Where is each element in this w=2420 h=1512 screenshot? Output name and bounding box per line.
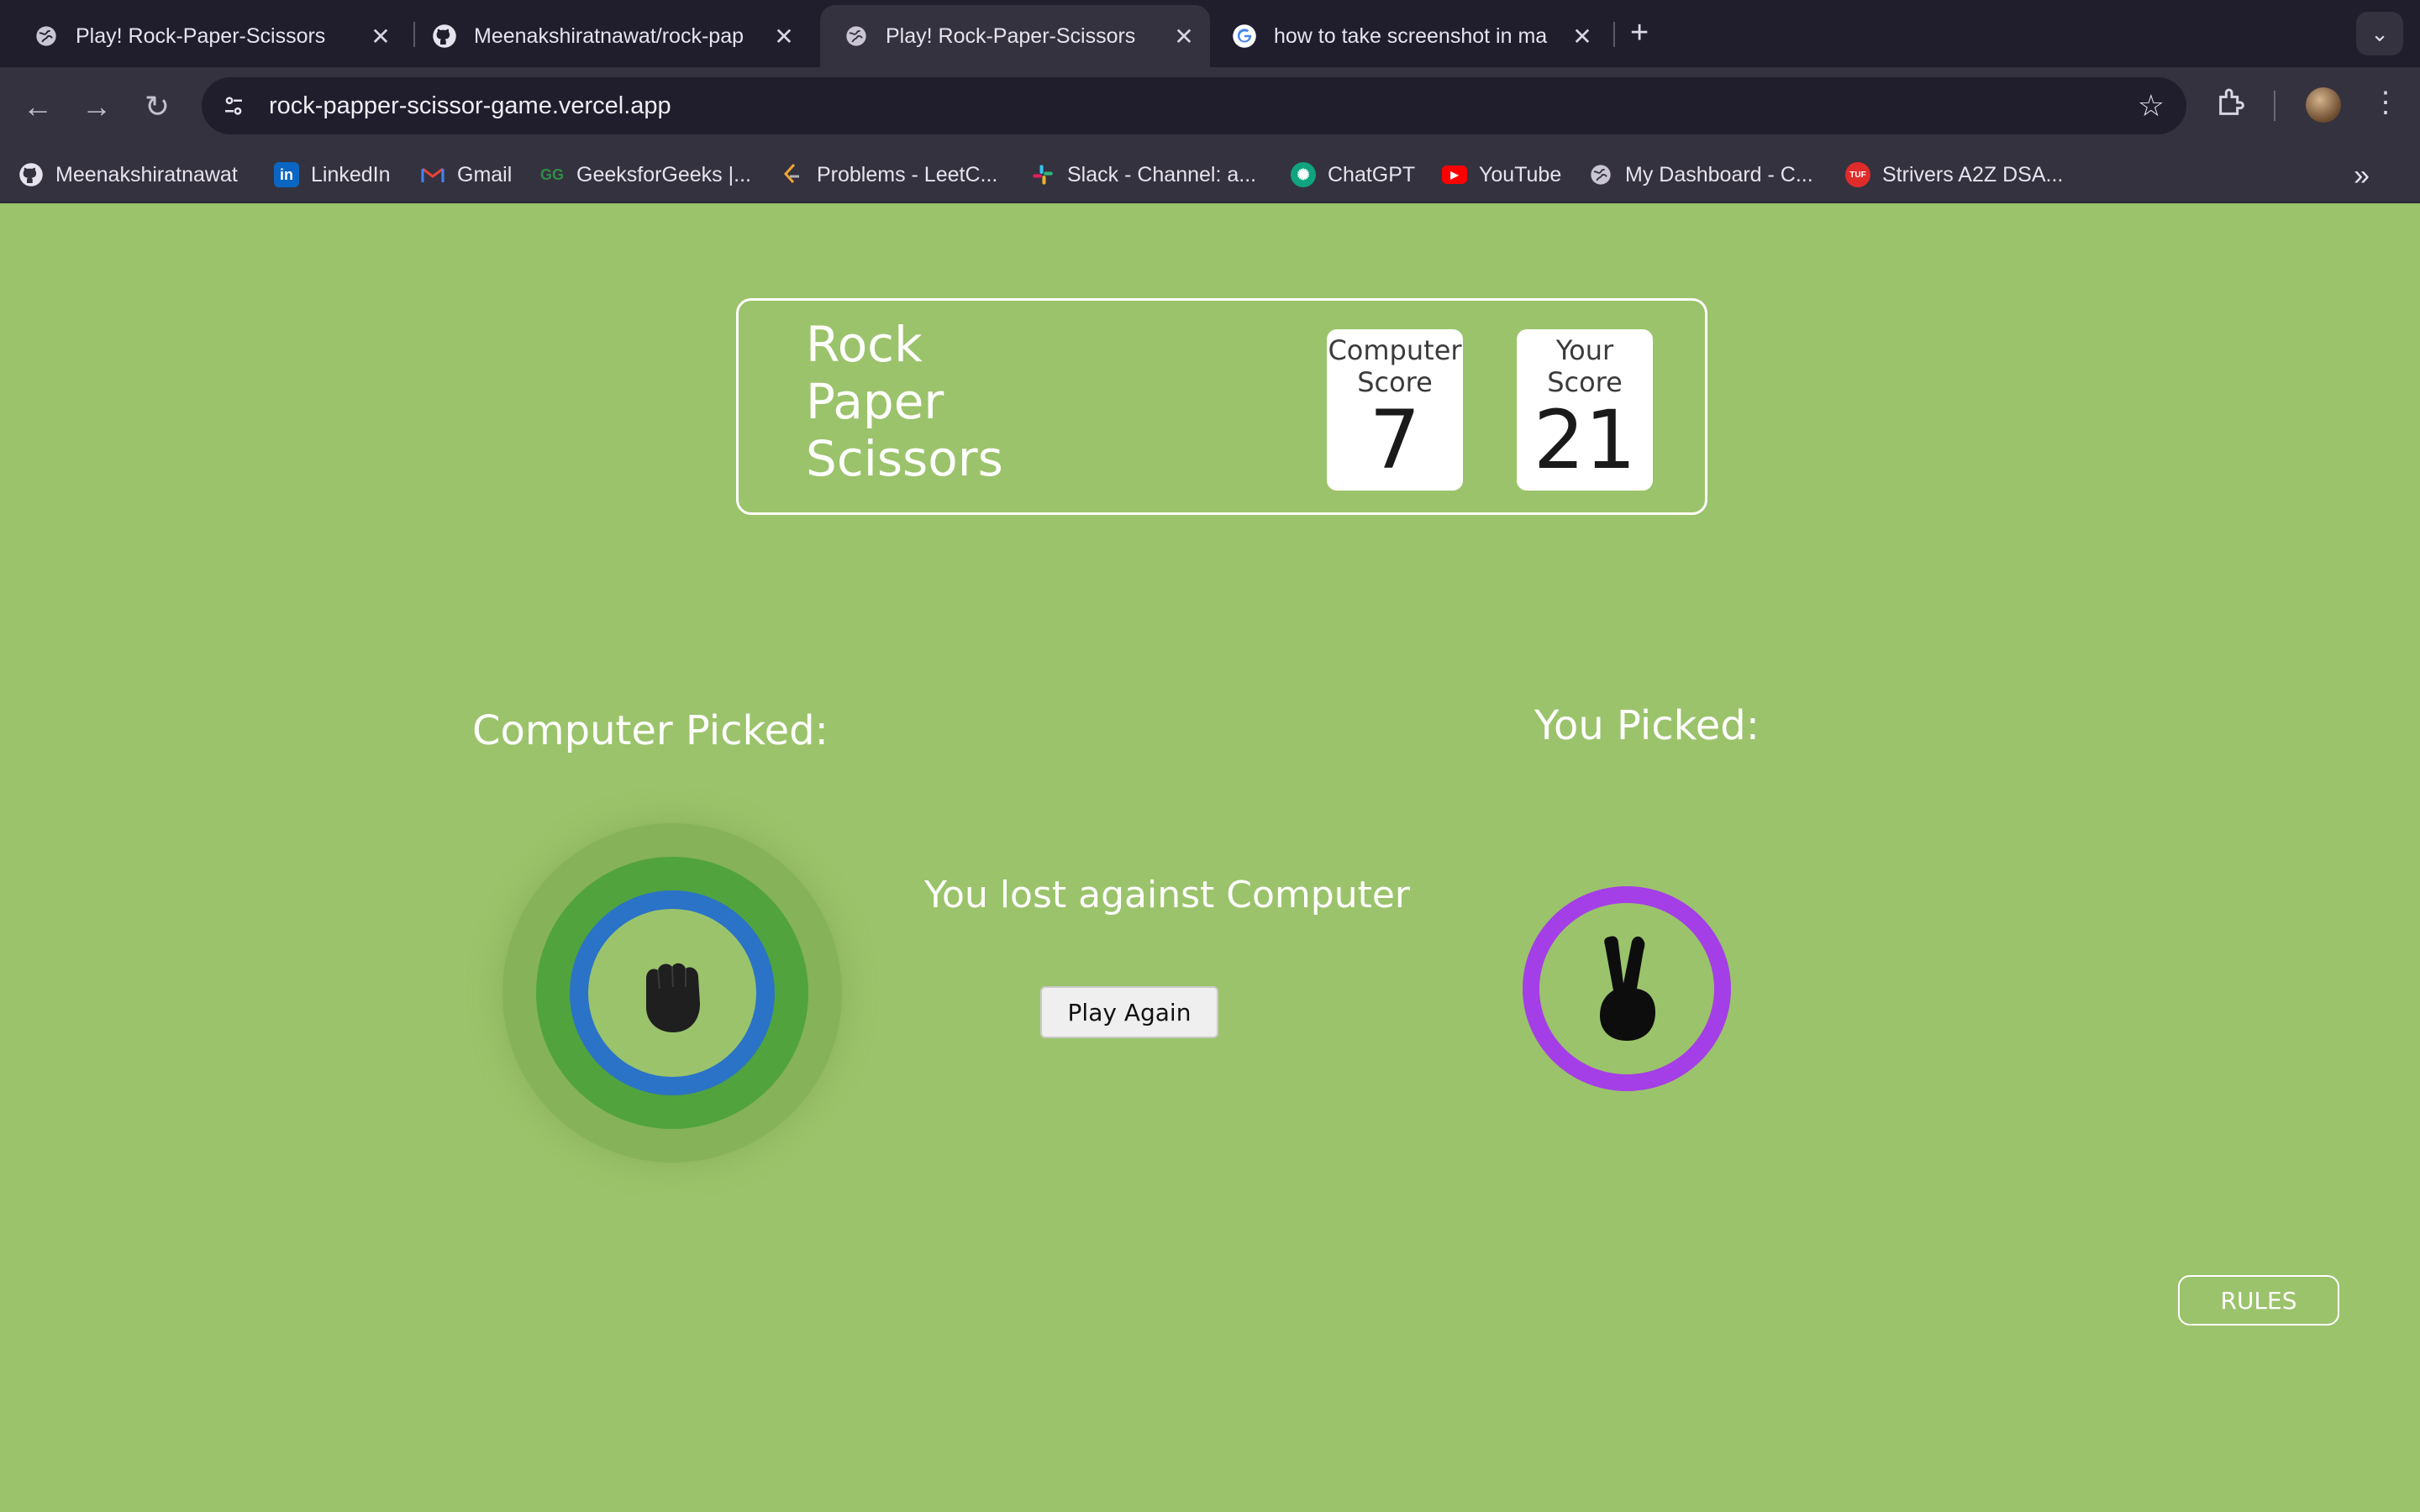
bookmark-leetcode[interactable]: Problems - LeetC... (780, 158, 997, 192)
your-score-card: Your Score 21 (1517, 329, 1653, 491)
reload-icon: ↻ (144, 89, 171, 123)
your-score-label-line1: Your (1555, 334, 1614, 366)
result-message: You lost against Computer (924, 874, 1410, 916)
profile-avatar[interactable] (2306, 87, 2341, 123)
bookmark-linkedin[interactable]: in LinkedIn (274, 158, 391, 192)
geeksforgeeks-icon: GG (539, 165, 564, 183)
computer-score-label: Computer Score (1327, 334, 1463, 398)
bookmark-label: LinkedIn (311, 162, 391, 186)
leetcode-icon (780, 162, 805, 187)
tab-google-search[interactable]: how to take screenshot in ma ✕ (1210, 5, 1608, 67)
bookmark-label: GeeksforGeeks |... (576, 162, 751, 186)
site-settings-icon[interactable] (218, 91, 249, 121)
globe-icon (844, 24, 869, 49)
computer-choice-glow (502, 823, 842, 1163)
rock-fist-icon (634, 945, 710, 1042)
tab-strip: Play! Rock-Paper-Scissors ✕ Meenakshirat… (0, 0, 2420, 67)
youtube-icon: ▶ (1442, 165, 1467, 184)
github-icon (432, 24, 457, 49)
you-picked-label: You Picked: (1534, 702, 1760, 749)
user-choice-scissors (1523, 886, 1731, 1091)
play-again-button[interactable]: Play Again (1040, 986, 1218, 1038)
computer-picked-label: Computer Picked: (472, 707, 829, 754)
bookmark-label: YouTube (1479, 162, 1562, 186)
browser-toolbar: ← → ↻ rock-papper-scissor-game.vercel.ap… (0, 67, 2420, 148)
bookmarks-overflow-icon[interactable]: » (2354, 160, 2370, 192)
title-rock: Rock (806, 316, 923, 373)
close-icon[interactable]: ✕ (771, 23, 797, 50)
bookmark-meenakshiratnawat[interactable]: Meenakshiratnawat (18, 158, 238, 192)
title-scissors: Scissors (806, 430, 1003, 487)
bookmark-chatgpt[interactable]: ✺ ChatGPT (1291, 158, 1415, 192)
bookmark-label: Slack - Channel: a... (1067, 162, 1257, 186)
bookmark-strivers[interactable]: TUF Strivers A2Z DSA... (1845, 158, 2063, 192)
tab-play-rps-1[interactable]: Play! Rock-Paper-Scissors ✕ (0, 5, 407, 67)
bookmark-label: Gmail (457, 162, 513, 186)
reload-button[interactable]: ↻ (136, 86, 178, 128)
title-paper: Paper (806, 373, 944, 430)
arrow-left-icon: ← (23, 89, 53, 123)
bookmark-label: ChatGPT (1328, 162, 1416, 186)
bookmark-label: My Dashboard - C... (1625, 162, 1813, 186)
arrow-right-icon: → (82, 89, 112, 123)
computer-choice-rock (570, 890, 775, 1095)
url-text: rock-papper-scissor-game.vercel.app (269, 92, 671, 119)
bookmark-my-dashboard[interactable]: My Dashboard - C... (1588, 158, 1813, 192)
toolbar-divider (2274, 91, 2275, 121)
bookmark-gmail[interactable]: Gmail (420, 158, 512, 192)
forward-button[interactable]: → (76, 86, 118, 128)
close-icon[interactable]: ✕ (1570, 23, 1595, 50)
your-score-label: Your Score (1517, 334, 1653, 398)
bookmark-geeksforgeeks[interactable]: GG GeeksforGeeks |... (539, 158, 751, 192)
tab-search-button[interactable]: ⌄ (2356, 12, 2403, 55)
linkedin-icon: in (274, 162, 299, 187)
score-header: Rock Paper Scissors Computer Score 7 You… (736, 298, 1707, 515)
bookmark-star-icon[interactable]: ☆ (2138, 89, 2165, 123)
globe-icon (1588, 162, 1613, 187)
tab-github[interactable]: Meenakshiratnawat/rock-pap ✕ (415, 5, 810, 67)
globe-icon (34, 24, 59, 49)
scissors-hand-icon (1585, 928, 1669, 1050)
chatgpt-icon: ✺ (1291, 162, 1316, 187)
bookmark-label: Problems - LeetC... (817, 162, 998, 186)
bookmark-label: Strivers A2Z DSA... (1882, 162, 2064, 186)
rules-button[interactable]: RULES (2178, 1275, 2339, 1326)
google-icon (1232, 24, 1257, 49)
tab-title: Play! Rock-Paper-Scissors (76, 24, 326, 48)
game-title: Rock Paper Scissors (806, 316, 1003, 487)
extensions-icon[interactable] (2215, 86, 2249, 127)
computer-score-card: Computer Score 7 (1327, 329, 1463, 491)
bookmark-slack[interactable]: Slack - Channel: a... (1030, 158, 1256, 192)
bookmark-label: Meenakshiratnawat (55, 162, 238, 186)
tab-title: how to take screenshot in ma (1274, 24, 1548, 48)
github-icon (18, 162, 44, 187)
winner-ring (536, 857, 808, 1129)
tab-divider (1613, 22, 1615, 47)
tab-title: Play! Rock-Paper-Scissors (886, 24, 1136, 48)
your-score-value: 21 (1533, 393, 1637, 487)
slack-icon (1030, 162, 1055, 187)
computer-score-label-line1: Computer (1328, 334, 1462, 366)
close-icon[interactable]: ✕ (368, 23, 393, 50)
bookmark-youtube[interactable]: ▶ YouTube (1442, 158, 1561, 192)
gmail-icon (420, 162, 445, 187)
close-icon[interactable]: ✕ (1171, 23, 1197, 50)
tab-title: Meenakshiratnawat/rock-pap (474, 24, 744, 48)
tuf-icon: TUF (1845, 162, 1870, 187)
back-button[interactable]: ← (17, 86, 59, 128)
tab-play-rps-active[interactable]: Play! Rock-Paper-Scissors ✕ (820, 5, 1210, 67)
chevron-down-icon: ⌄ (2370, 20, 2389, 46)
more-menu-icon[interactable]: ⋮ (2371, 86, 2400, 119)
bookmarks-bar: Meenakshiratnawat in LinkedIn Gmail GG G… (0, 148, 2420, 203)
computer-score-value: 7 (1369, 393, 1421, 487)
new-tab-button[interactable]: + (1630, 15, 1649, 51)
address-bar[interactable]: rock-papper-scissor-game.vercel.app ☆ (202, 77, 2186, 134)
